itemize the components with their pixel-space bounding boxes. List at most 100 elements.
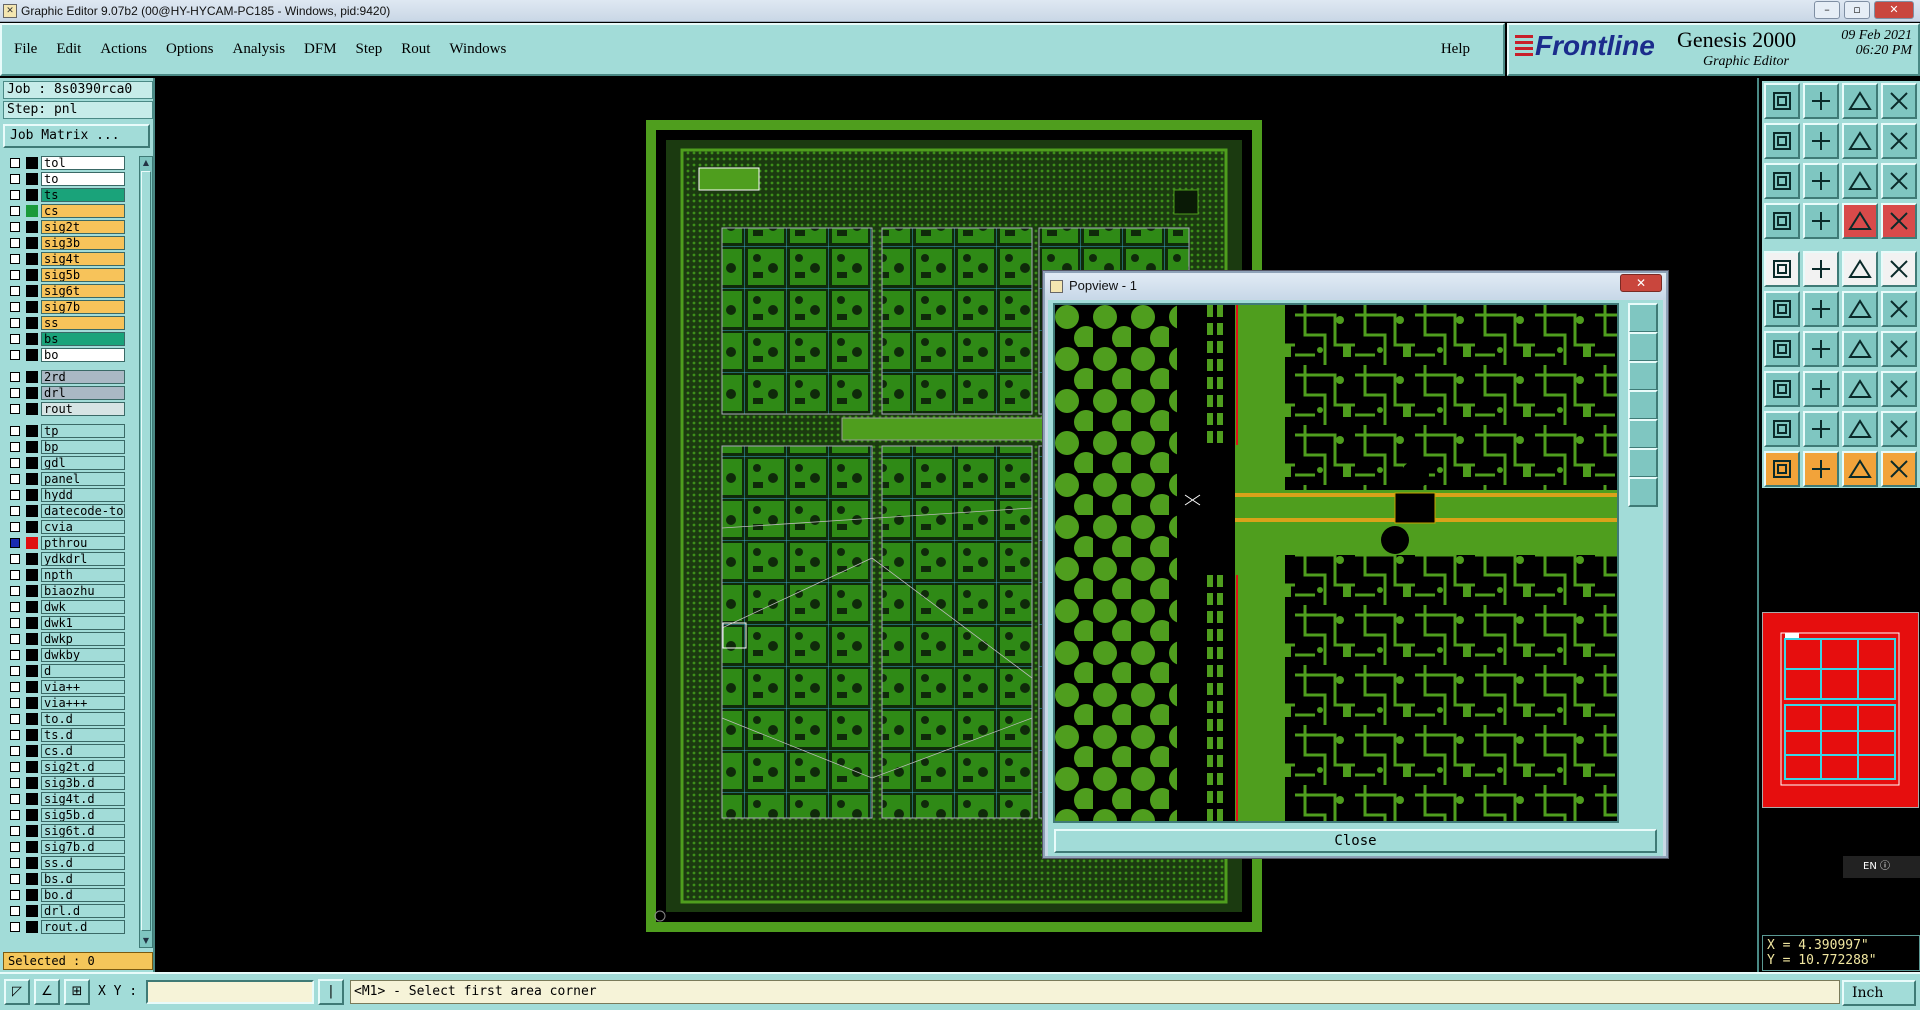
add-line-icon[interactable] xyxy=(1803,251,1839,287)
scale-icon[interactable] xyxy=(1842,163,1878,199)
layer-checkbox[interactable] xyxy=(10,174,20,184)
layer-display-indicator[interactable] xyxy=(26,825,38,837)
layer-checkbox[interactable] xyxy=(10,794,20,804)
snap-mode-icon[interactable]: ◸ xyxy=(4,979,30,1005)
layer-name[interactable]: ts.d xyxy=(41,728,125,742)
scroll-up-icon[interactable]: ▲ xyxy=(141,157,151,169)
pattern-icon[interactable] xyxy=(1842,371,1878,407)
layer-name[interactable]: via++ xyxy=(41,680,125,694)
layer-row[interactable]: 2rd xyxy=(3,370,137,384)
layer-row[interactable]: bo xyxy=(3,348,137,362)
layer-checkbox[interactable] xyxy=(10,270,20,280)
layer-name[interactable]: sig7b xyxy=(41,300,125,314)
layer-row[interactable]: sig7b xyxy=(3,300,137,314)
rotate-icon[interactable] xyxy=(1842,331,1878,367)
layer-checkbox[interactable] xyxy=(10,890,20,900)
ruler-icon[interactable] xyxy=(1842,251,1878,287)
surface-icon[interactable] xyxy=(1881,411,1917,447)
layer-display-indicator[interactable] xyxy=(26,205,38,217)
popview-pan-left-icon[interactable] xyxy=(1628,390,1658,420)
layer-display-indicator[interactable] xyxy=(26,553,38,565)
layer-display-indicator[interactable] xyxy=(26,301,38,313)
layer-row[interactable]: panel xyxy=(3,472,137,486)
layer-display-indicator[interactable] xyxy=(26,745,38,757)
layer-checkbox[interactable] xyxy=(10,570,20,580)
language-indicator[interactable]: EN ⓘ xyxy=(1843,856,1920,878)
layer-checkbox[interactable] xyxy=(10,506,20,516)
menu-actions[interactable]: Actions xyxy=(100,41,147,58)
layer-checkbox[interactable] xyxy=(10,490,20,500)
layer-display-indicator[interactable] xyxy=(26,489,38,501)
layer-checkbox[interactable] xyxy=(10,762,20,772)
layer-row[interactable]: dwkp xyxy=(3,632,137,646)
layer-row[interactable]: tol xyxy=(3,156,137,170)
zoom-window-icon[interactable] xyxy=(1842,123,1878,159)
layer-name[interactable]: sig3b xyxy=(41,236,125,250)
layer-name[interactable]: ss.d xyxy=(41,856,125,870)
layer-checkbox[interactable] xyxy=(10,586,20,596)
layer-checkbox[interactable] xyxy=(10,682,20,692)
layer-display-indicator[interactable] xyxy=(26,537,38,549)
layer-name[interactable]: sig6t xyxy=(41,284,125,298)
zoom-home-icon[interactable] xyxy=(1764,83,1800,119)
select-net-icon[interactable] xyxy=(1842,451,1878,487)
copy-icon[interactable] xyxy=(1764,371,1800,407)
layer-display-indicator[interactable] xyxy=(26,873,38,885)
layer-row[interactable]: sig5b.d xyxy=(3,808,137,822)
layer-name[interactable]: ts xyxy=(41,188,125,202)
layer-display-indicator[interactable] xyxy=(26,387,38,399)
layer-name[interactable]: dwkp xyxy=(41,632,125,646)
layer-checkbox[interactable] xyxy=(10,714,20,724)
layer-checkbox[interactable] xyxy=(10,404,20,414)
layer-name[interactable]: ydkdrl xyxy=(41,552,125,566)
layer-row[interactable]: sig6t.d xyxy=(3,824,137,838)
layer-checkbox[interactable] xyxy=(10,746,20,756)
layer-name[interactable]: sig5b xyxy=(41,268,125,282)
popview-canvas[interactable] xyxy=(1053,303,1619,823)
layer-row[interactable]: via+++ xyxy=(3,696,137,710)
layer-name[interactable]: drl xyxy=(41,386,125,400)
align-icon[interactable] xyxy=(1881,331,1917,367)
popview-close-icon[interactable]: ✕ xyxy=(1620,274,1662,292)
menu-file[interactable]: File xyxy=(14,41,37,58)
layer-checkbox[interactable] xyxy=(10,730,20,740)
fill-icon[interactable] xyxy=(1842,411,1878,447)
layer-row[interactable]: gdl xyxy=(3,456,137,470)
layer-row[interactable]: dwk1 xyxy=(3,616,137,630)
move-node-icon[interactable] xyxy=(1842,291,1878,327)
menu-edit[interactable]: Edit xyxy=(56,41,81,58)
layer-name[interactable]: biaozhu xyxy=(41,584,125,598)
layer-display-indicator[interactable] xyxy=(26,457,38,469)
layer-display-indicator[interactable] xyxy=(26,793,38,805)
help-icon[interactable] xyxy=(1881,163,1917,199)
layer-display-indicator[interactable] xyxy=(26,173,38,185)
layer-checkbox[interactable] xyxy=(10,778,20,788)
layer-checkbox[interactable] xyxy=(10,826,20,836)
layer-row[interactable]: ss xyxy=(3,316,137,330)
popview-close-button[interactable]: Close xyxy=(1054,829,1657,853)
layer-name[interactable]: drl.d xyxy=(41,904,125,918)
maximize-button[interactable]: ▫ xyxy=(1844,1,1870,19)
layer-row[interactable]: ydkdrl xyxy=(3,552,137,566)
layer-checkbox[interactable] xyxy=(10,206,20,216)
angle-mode-icon[interactable]: ∠ xyxy=(34,979,60,1005)
layer-checkbox[interactable] xyxy=(10,906,20,916)
menu-help[interactable]: Help xyxy=(1441,41,1470,58)
layer-name[interactable]: via+++ xyxy=(41,696,125,710)
layer-row[interactable]: bs xyxy=(3,332,137,346)
layer-display-indicator[interactable] xyxy=(26,905,38,917)
layer-checkbox[interactable] xyxy=(10,372,20,382)
layer-name[interactable]: sig2t xyxy=(41,220,125,234)
layer-row[interactable]: sig6t xyxy=(3,284,137,298)
overview-minimap[interactable] xyxy=(1762,612,1919,808)
layer-row[interactable]: ts.d xyxy=(3,728,137,742)
layer-row[interactable]: d xyxy=(3,664,137,678)
layer-row[interactable]: bs.d xyxy=(3,872,137,886)
menu-rout[interactable]: Rout xyxy=(401,41,430,58)
layout-icon[interactable] xyxy=(1881,83,1917,119)
layer-checkbox[interactable] xyxy=(10,254,20,264)
layer-display-indicator[interactable] xyxy=(26,761,38,773)
polygon-icon[interactable] xyxy=(1803,411,1839,447)
layer-row[interactable]: sig2t.d xyxy=(3,760,137,774)
layer-checkbox[interactable] xyxy=(10,602,20,612)
